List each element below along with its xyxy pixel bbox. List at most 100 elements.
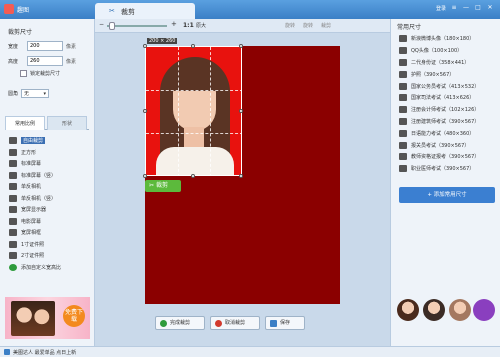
- rounded-select[interactable]: 无 ▾: [21, 89, 50, 98]
- ratio-label: 宽屏相框: [21, 230, 42, 237]
- original-size-label[interactable]: 原大: [196, 22, 206, 29]
- crop-handle[interactable]: [143, 44, 147, 48]
- size-item[interactable]: 报关员考试（390×567）: [399, 139, 497, 151]
- size-icon: [399, 94, 407, 102]
- rotate-left-button[interactable]: 旋转: [285, 22, 295, 29]
- width-row: 宽度 像素: [8, 41, 76, 51]
- ratio-item-dslr-portrait[interactable]: 单反相机（竖）: [9, 193, 89, 205]
- add-common-size-button[interactable]: + 添加常用尺寸: [399, 187, 495, 203]
- camera-portrait-icon: [9, 194, 17, 202]
- size-icon: [399, 117, 407, 125]
- ratio-label: 添加自定义宽高比: [21, 264, 62, 271]
- login-link[interactable]: 登录: [436, 5, 446, 12]
- ratio-item-dslr[interactable]: 单反相机: [9, 181, 89, 193]
- tab-crop[interactable]: ✂ 裁剪: [95, 3, 195, 19]
- height-row: 高度 像素: [8, 56, 76, 66]
- zoom-out-button[interactable]: −: [99, 21, 104, 28]
- maximize-button[interactable]: □: [474, 4, 482, 12]
- ratio-item-add-custom[interactable]: 添加自定义宽高比: [9, 262, 89, 274]
- image-canvas[interactable]: 200 × 260 ✂ 裁剪: [143, 38, 340, 304]
- ad-avatar[interactable]: [473, 299, 495, 321]
- done-crop-button[interactable]: 完成裁剪: [155, 316, 205, 330]
- crop-handle[interactable]: [239, 174, 243, 178]
- lock-checkbox[interactable]: [20, 70, 27, 77]
- right-ad-strip[interactable]: [397, 299, 497, 325]
- width-input[interactable]: [27, 41, 63, 51]
- size-item[interactable]: 教师资格证报考（390×567）: [399, 151, 497, 163]
- size-icon: [399, 153, 407, 161]
- close-button[interactable]: ✕: [486, 4, 494, 12]
- save-button[interactable]: 保存: [265, 316, 305, 330]
- ratio-item-1inch[interactable]: 1寸证件照: [9, 239, 89, 251]
- lock-size-row[interactable]: 锁定裁剪尺寸: [20, 70, 60, 77]
- status-text[interactable]: 美图达人 最爱单品 点日上新: [13, 349, 76, 356]
- tab-shape[interactable]: 形状: [47, 116, 87, 130]
- size-label: 日语能力考试（480×360）: [411, 130, 475, 137]
- crop-handle[interactable]: [191, 44, 195, 48]
- zoom-slider-handle[interactable]: [109, 22, 115, 30]
- ratio-item-widescreen[interactable]: 宽屏显示器: [9, 204, 89, 216]
- ratio-item-standard-portrait[interactable]: 标准屏幕（竖）: [9, 170, 89, 182]
- ratio-label: 宽屏显示器: [21, 207, 47, 214]
- ratio-label: 自由裁剪: [21, 137, 46, 145]
- size-item[interactable]: QQ头像（100×100）: [399, 45, 497, 57]
- photo-crop-region[interactable]: [145, 46, 242, 176]
- size-icon: [399, 70, 407, 78]
- cancel-crop-button[interactable]: 取消裁剪: [210, 316, 260, 330]
- ratio-item-free[interactable]: 自由裁剪: [9, 135, 89, 147]
- crop-handle[interactable]: [239, 109, 243, 113]
- zoom-in-button[interactable]: +: [171, 20, 177, 28]
- menu-button[interactable]: ≡: [450, 4, 458, 12]
- chevron-down-icon: ▾: [43, 91, 47, 97]
- status-bar: 美图达人 最爱单品 点日上新: [0, 346, 500, 357]
- height-input[interactable]: [27, 56, 63, 66]
- done-crop-label: 完成裁剪: [170, 320, 191, 326]
- ratio-item-movie[interactable]: 电影屏幕: [9, 216, 89, 228]
- ratio-item-square[interactable]: 正方形: [9, 147, 89, 159]
- size-label: QQ头像（100×100）: [411, 48, 463, 55]
- crop-handle[interactable]: [143, 109, 147, 113]
- size-item[interactable]: 国家司法考试（413×626）: [399, 92, 497, 104]
- size-icon: [399, 106, 407, 114]
- ratio-item-standard[interactable]: 标准屏幕: [9, 158, 89, 170]
- size-item[interactable]: 二代身份证（358×441）: [399, 57, 497, 69]
- ad-avatar[interactable]: [397, 299, 419, 321]
- bottom-action-bar: 完成裁剪 取消裁剪 保存: [95, 316, 390, 332]
- ratio-item-2inch[interactable]: 2寸证件照: [9, 250, 89, 262]
- cancel-crop-label: 取消裁剪: [225, 320, 246, 326]
- crop-handle[interactable]: [143, 174, 147, 178]
- ad-avatar[interactable]: [449, 299, 471, 321]
- size-icon: [399, 58, 407, 66]
- crop-handle[interactable]: [191, 174, 195, 178]
- width-label: 宽度: [8, 43, 19, 50]
- apply-crop-button[interactable]: ✂ 裁剪: [145, 180, 181, 192]
- edit-tools: 旋转 旋转 裁剪: [285, 22, 331, 29]
- ratio-item-frame[interactable]: 宽屏相框: [9, 227, 89, 239]
- ad-avatar[interactable]: [423, 299, 445, 321]
- size-label: 护照（390×567）: [411, 71, 455, 78]
- rotate-right-button[interactable]: 旋转: [303, 22, 313, 29]
- size-item[interactable]: 注册建筑师考试（390×567）: [399, 116, 497, 128]
- size-item[interactable]: 职业医师考试（390×567）: [399, 163, 497, 175]
- ad-banner[interactable]: 免费下载: [5, 297, 90, 339]
- size-label: 注册建筑师考试（390×567）: [411, 118, 480, 125]
- size-item[interactable]: 注册会计师考试（102×126）: [399, 104, 497, 116]
- size-item[interactable]: 新浪微博头像（180×180）: [399, 33, 497, 45]
- minimize-button[interactable]: —: [462, 4, 470, 12]
- cancel-icon: [215, 319, 222, 327]
- actual-size-button[interactable]: 1:1: [183, 22, 194, 29]
- info-icon: [4, 349, 10, 355]
- crop-handle[interactable]: [239, 44, 243, 48]
- app-window: 趣图 ✂ 裁剪 登录 ≡ — □ ✕ 裁剪尺寸 宽度 像素 高度 像素 锁定裁剪…: [0, 0, 500, 357]
- crop-tool-button[interactable]: 裁剪: [321, 22, 331, 29]
- common-sizes-title: 常用尺寸: [397, 24, 422, 31]
- size-item[interactable]: 国家公务员考试（413×532）: [399, 80, 497, 92]
- size-item[interactable]: 日语能力考试（480×360）: [399, 127, 497, 139]
- title-bar: 趣图 ✂ 裁剪 登录 ≡ — □ ✕: [0, 0, 500, 19]
- crop-icon: ✂: [109, 7, 115, 15]
- zoom-slider[interactable]: [107, 25, 167, 27]
- tab-common-ratio[interactable]: 常用比例: [5, 116, 45, 130]
- check-icon: [160, 319, 167, 327]
- ad-download-badge[interactable]: 免费下载: [63, 305, 85, 327]
- size-item[interactable]: 护照（390×567）: [399, 68, 497, 80]
